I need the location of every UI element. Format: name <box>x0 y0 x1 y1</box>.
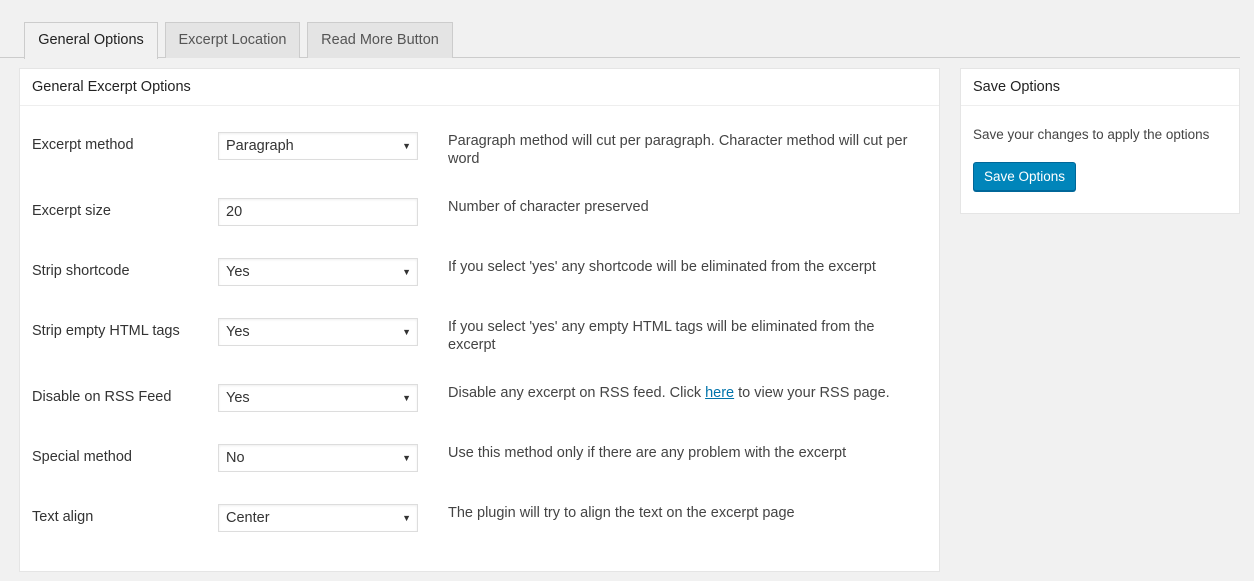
save-options-panel: Save Options Save your changes to apply … <box>960 68 1240 214</box>
option-label: Excerpt size <box>32 203 111 219</box>
dropdown-arrow-icon: ▼ <box>402 513 411 523</box>
panel-title: General Excerpt Options <box>20 69 939 106</box>
dropdown-arrow-icon: ▼ <box>402 141 411 151</box>
panel-title: Save Options <box>961 69 1239 106</box>
option-description: If you select 'yes' any shortcode will b… <box>448 259 876 275</box>
input-value: 20 <box>226 204 243 220</box>
excerpt-size-input[interactable]: 20 <box>218 198 418 226</box>
select-value: Yes <box>226 264 250 280</box>
description-text: to view your RSS page. <box>734 385 890 401</box>
general-options-panel: General Excerpt Options Excerpt method P… <box>19 68 940 572</box>
select-value: Yes <box>226 390 250 406</box>
tab-general-options[interactable]: General Options <box>24 22 158 59</box>
dropdown-arrow-icon: ▼ <box>402 393 411 403</box>
tab-bar: General Options Excerpt Location Read Mo… <box>0 0 1240 59</box>
select-value: No <box>226 450 245 466</box>
option-label: Strip empty HTML tags <box>32 323 180 339</box>
save-hint-text: Save your changes to apply the options <box>973 127 1210 142</box>
special-method-select[interactable]: No ▼ <box>218 444 418 472</box>
strip-empty-html-tags-select[interactable]: Yes ▼ <box>218 318 418 346</box>
tab-excerpt-location[interactable]: Excerpt Location <box>165 22 300 58</box>
option-label: Disable on RSS Feed <box>32 389 172 405</box>
save-options-button[interactable]: Save Options <box>973 162 1076 191</box>
dropdown-arrow-icon: ▼ <box>402 267 411 277</box>
select-value: Center <box>226 510 270 526</box>
select-value: Paragraph <box>226 138 294 154</box>
rss-page-link[interactable]: here <box>705 385 734 401</box>
dropdown-arrow-icon: ▼ <box>402 327 411 337</box>
option-description: The plugin will try to align the text on… <box>448 505 795 521</box>
disable-on-rss-feed-select[interactable]: Yes ▼ <box>218 384 418 412</box>
dropdown-arrow-icon: ▼ <box>402 453 411 463</box>
select-value: Yes <box>226 324 250 340</box>
option-description: Number of character preserved <box>448 199 649 215</box>
tab-read-more-button[interactable]: Read More Button <box>307 22 453 58</box>
option-description: Paragraph method will cut per paragraph.… <box>448 133 908 167</box>
option-label: Special method <box>32 449 132 465</box>
option-label: Excerpt method <box>32 137 134 153</box>
option-label: Text align <box>32 509 94 525</box>
option-description: Disable any excerpt on RSS feed. Click h… <box>448 384 908 402</box>
excerpt-method-select[interactable]: Paragraph ▼ <box>218 132 418 160</box>
description-text: Disable any excerpt on RSS feed. Click <box>448 385 706 401</box>
option-label: Strip shortcode <box>32 263 130 279</box>
option-description: If you select 'yes' any empty HTML tags … <box>448 319 875 353</box>
strip-shortcode-select[interactable]: Yes ▼ <box>218 258 418 286</box>
text-align-select[interactable]: Center ▼ <box>218 504 418 532</box>
option-description: Use this method only if there are any pr… <box>448 445 847 461</box>
